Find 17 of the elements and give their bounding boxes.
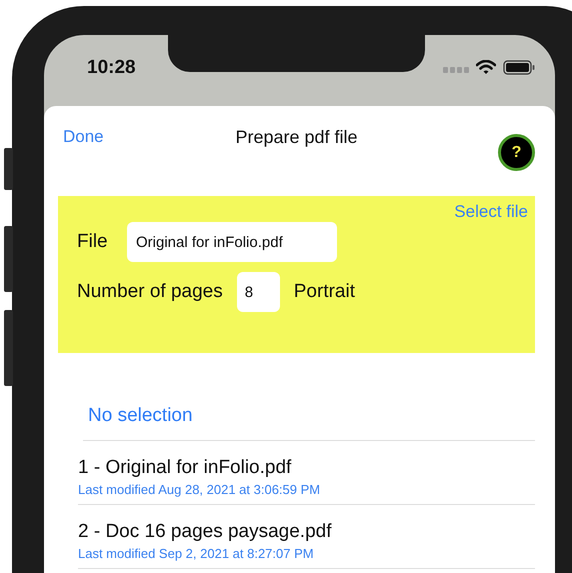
pages-field[interactable]: 8 (236, 272, 280, 312)
status-time: 10:28 (87, 57, 136, 79)
battery-icon (503, 60, 535, 75)
file-label: File (77, 231, 109, 253)
wifi-icon (476, 60, 496, 75)
file-modified-date: Last modified Sep 2, 2021 at 8:27:07 PM (78, 546, 314, 561)
signal-icon (443, 67, 469, 73)
file-name[interactable]: 1 - Original for inFolio.pdf (78, 457, 292, 479)
file-modified-date: Last modified Aug 28, 2021 at 3:06:59 PM (78, 482, 320, 497)
orientation-label: Portrait (294, 281, 355, 303)
no-selection-item[interactable]: No selection (83, 405, 535, 441)
file-name[interactable]: 2 - Doc 16 pages paysage.pdf (78, 521, 332, 543)
help-button[interactable]: ? (498, 134, 535, 171)
pages-label: Number of pages (77, 281, 223, 303)
file-field[interactable]: Original for inFolio.pdf (127, 222, 337, 262)
done-button[interactable]: Done (58, 127, 104, 147)
sheet-title: Prepare pdf file (235, 127, 358, 148)
